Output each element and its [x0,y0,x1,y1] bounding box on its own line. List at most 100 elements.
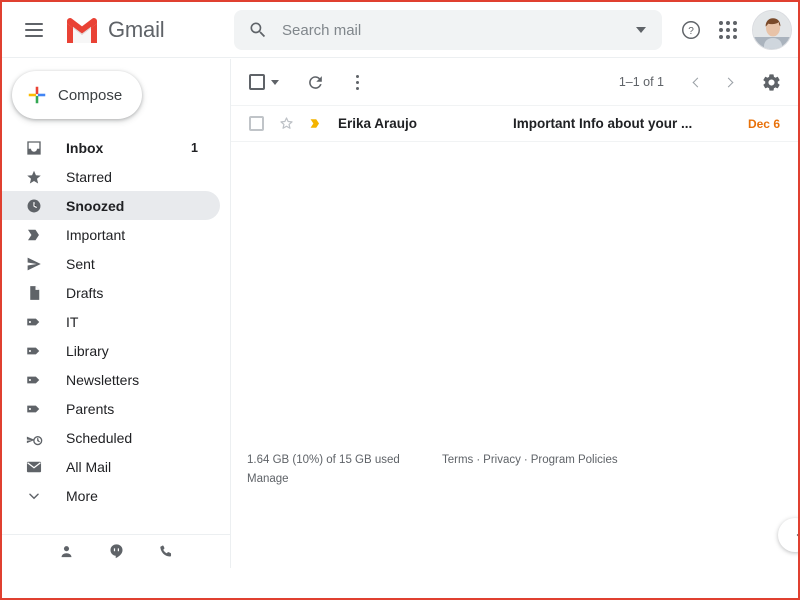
apps-dot [733,28,737,32]
avatar[interactable] [752,10,792,50]
chevron-left-icon [692,77,703,87]
kebab-dot [355,86,359,90]
sidebar-item-newsletters[interactable]: Newsletters [2,365,220,394]
sidebar-item-label: Starred [66,168,112,185]
apps-dot [726,28,730,32]
sidebar-item-label: Newsletters [66,371,140,388]
sidebar-item-parents[interactable]: Parents [2,394,220,423]
compose-button[interactable]: Compose [12,71,142,119]
apps-button[interactable] [708,10,748,50]
sidebar-item-it[interactable]: IT [2,307,220,336]
phone-button[interactable] [153,539,179,565]
email-date: Dec 6 [747,116,780,131]
apps-dot [726,35,730,39]
main-content: 1–1 of 1 Erika Araujo Important Info abou… [230,59,798,568]
sidebar-item-label: All Mail [66,458,112,475]
inbox-icon [24,138,44,158]
pagination: 1–1 of 1 [619,65,788,99]
sidebar-item-drafts[interactable]: Drafts [2,278,220,307]
apps-dot [719,21,723,25]
select-all-chevron-down-icon[interactable] [271,79,279,85]
label-tag-icon [24,399,44,419]
plus-icon [28,86,46,104]
storage-usage-label: 1.64 GB (10%) of 15 GB used [247,454,400,467]
hangouts-button[interactable] [103,539,129,565]
phone-call-icon [159,545,171,557]
chevron-right-icon [723,77,734,87]
sidebar-item-all-mail[interactable]: All Mail [2,452,220,481]
program-policies-link[interactable]: Program Policies [531,454,618,466]
sidebar-item-more[interactable]: More [2,481,220,510]
legal-links: Terms · Privacy · Program Policies [442,451,618,488]
send-arrow-icon [27,257,41,270]
privacy-link[interactable]: Privacy [483,454,521,466]
email-subject: Important Info about your ... [513,116,693,131]
select-all-checkbox-icon[interactable] [249,74,265,90]
hamburger-line [25,34,43,37]
send-arrow-icon [24,254,44,274]
contacts-button[interactable] [53,539,79,565]
row-checkbox-icon[interactable] [249,116,264,131]
sidebar-item-label: Important [66,226,126,243]
refresh-button[interactable] [297,64,333,100]
sidebar-item-important[interactable]: Important [2,220,220,249]
search-icon [250,22,266,38]
label-tag-icon [24,370,44,390]
hamburger-line [25,28,43,31]
sidebar-item-label: Inbox [66,139,104,156]
sidebar-item-snoozed[interactable]: Snoozed [2,191,220,220]
scheduled-send-icon [26,435,43,445]
sidebar-item-count: 1 [191,140,198,155]
gmail-window: Gmail Search mail ? Compose Inbox 1 Star… [0,0,800,600]
prev-page-button[interactable] [680,66,712,98]
sidebar: Compose Inbox 1 Starred Snoozed Important Sen… [2,59,230,568]
sidebar-item-library[interactable]: Library [2,336,220,365]
search-placeholder: Search mail [282,21,362,39]
refresh-icon [308,75,322,89]
list-toolbar: 1–1 of 1 [231,59,798,106]
label-tag-icon [27,318,40,325]
search-options-chevron-down-icon[interactable] [636,27,646,33]
help-button[interactable]: ? [671,10,711,50]
more-options-button[interactable] [339,64,375,100]
label-tag-icon [27,347,40,354]
compose-label: Compose [58,86,123,104]
hamburger-menu-icon[interactable] [14,10,54,50]
brand-title: Gmail [108,16,165,42]
important-marker-icon[interactable] [307,115,324,132]
page-range-label: 1–1 of 1 [618,75,664,89]
sidebar-item-sent[interactable]: Sent [2,249,220,278]
sidebar-item-label: Scheduled [66,429,133,446]
email-list: Erika Araujo Important Info about your ..… [231,106,798,142]
clock-icon [24,196,44,216]
kebab-more-icon [355,74,359,90]
sidebar-item-label: Snoozed [66,197,125,214]
manage-storage-link[interactable]: Manage [247,470,289,488]
sidebar-item-starred[interactable]: Starred [2,162,220,191]
hamburger-line [25,22,43,25]
search-input[interactable]: Search mail [234,10,662,50]
app-header: Gmail Search mail ? [2,2,798,58]
important-marker-icon [28,229,39,240]
scheduled-send-icon [24,428,44,448]
envelope-icon [24,457,44,477]
gmail-brand[interactable]: Gmail [64,16,165,44]
sidebar-nav-list: Inbox 1 Starred Snoozed Important Sent Drafts I… [2,133,230,510]
table-row[interactable]: Erika Araujo Important Info about your ..… [231,106,798,142]
sidebar-item-scheduled[interactable]: Scheduled [2,423,220,452]
settings-button[interactable] [754,65,788,99]
star-outline-icon[interactable] [278,115,295,132]
apps-dot [733,21,737,25]
sidebar-item-label: More [66,487,98,504]
sidebar-item-inbox[interactable]: Inbox 1 [2,133,220,162]
storage-info: 1.64 GB (10%) of 15 GB used Manage [247,451,442,488]
apps-dot [726,21,730,25]
kebab-dot [355,74,359,78]
apps-dot [719,28,723,32]
kebab-dot [355,80,359,84]
terms-link[interactable]: Terms [442,454,473,466]
user-avatar-photo [753,11,791,49]
next-page-button[interactable] [714,66,746,98]
star-icon [24,167,44,187]
sidebar-bottom-bar [2,534,230,568]
